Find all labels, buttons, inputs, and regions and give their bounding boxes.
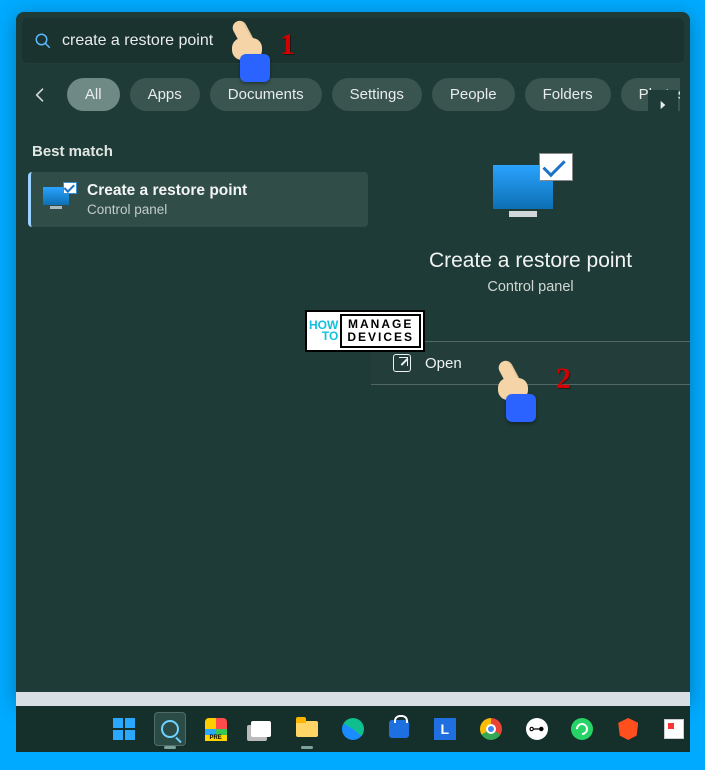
filter-folders[interactable]: Folders	[525, 78, 611, 111]
best-match-heading: Best match	[28, 129, 371, 172]
preview-icon	[491, 155, 571, 219]
open-label: Open	[425, 355, 462, 372]
pointer-hand-2	[490, 366, 538, 422]
result-subtitle: Control panel	[87, 202, 247, 217]
preview-title: Create a restore point	[429, 249, 632, 273]
taskbar: L ⊶	[16, 706, 690, 752]
results-panel: Best match Create a restore point Contro…	[16, 121, 371, 695]
filter-scroll-right[interactable]	[648, 90, 678, 120]
taskbar-start[interactable]	[108, 712, 140, 746]
taskbar-store[interactable]	[383, 712, 415, 746]
search-icon	[34, 32, 52, 50]
taskbar-edge[interactable]	[337, 712, 369, 746]
pointer-hand-1	[224, 26, 272, 82]
filter-documents[interactable]: Documents	[210, 78, 322, 111]
taskbar-copilot[interactable]	[200, 712, 232, 746]
watermark-to: TO	[309, 331, 338, 342]
taskbar-linkedin[interactable]: L	[429, 712, 461, 746]
watermark: HOW TO MANAGE DEVICES	[305, 310, 425, 352]
open-external-icon	[393, 354, 411, 372]
taskbar-top-strip	[16, 692, 690, 706]
preview-subtitle: Control panel	[487, 279, 573, 295]
callout-number-1: 1	[280, 28, 295, 62]
filter-all[interactable]: All	[67, 78, 120, 111]
taskbar-brave[interactable]	[612, 712, 644, 746]
taskbar-search[interactable]	[154, 712, 186, 746]
taskbar-chrome[interactable]	[475, 712, 507, 746]
back-button[interactable]	[26, 80, 55, 110]
filter-row: All Apps Documents Settings People Folde…	[16, 64, 690, 121]
search-query-text: create a restore point	[62, 32, 213, 50]
taskbar-file-explorer[interactable]	[291, 712, 323, 746]
system-properties-icon	[43, 187, 73, 213]
filter-pills: All Apps Documents Settings People Folde…	[67, 78, 680, 111]
taskbar-whatsapp[interactable]	[566, 712, 598, 746]
search-flyout: create a restore point All Apps Document…	[16, 12, 690, 702]
taskbar-misc[interactable]	[658, 712, 690, 746]
result-title: Create a restore point	[87, 182, 247, 200]
taskbar-task-view[interactable]	[246, 712, 278, 746]
filter-settings[interactable]: Settings	[332, 78, 422, 111]
result-create-restore-point[interactable]: Create a restore point Control panel	[28, 172, 368, 227]
watermark-devices: DEVICES	[347, 331, 414, 344]
search-bar[interactable]: create a restore point	[22, 18, 684, 64]
callout-number-2: 2	[556, 362, 571, 396]
filter-apps[interactable]: Apps	[130, 78, 200, 111]
filter-people[interactable]: People	[432, 78, 515, 111]
taskbar-keepass[interactable]: ⊶	[521, 712, 553, 746]
